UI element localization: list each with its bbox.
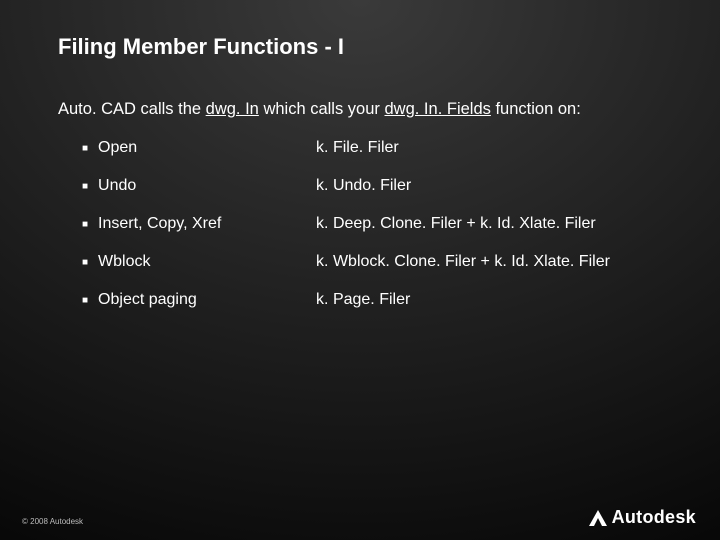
item-right: k. Wblock. Clone. Filer + k. Id. Xlate. … — [316, 252, 670, 273]
list-item: ■ Insert, Copy, Xref k. Deep. Clone. Fil… — [82, 214, 670, 236]
autodesk-logo-text: Autodesk — [612, 507, 696, 528]
list-item: ■ Object paging k. Page. Filer — [82, 290, 670, 312]
intro-mid: which calls your — [259, 100, 385, 118]
intro-text: Auto. CAD calls the dwg. In which calls … — [58, 98, 670, 120]
copyright-footer: © 2008 Autodesk — [22, 517, 83, 526]
intro-underline-1: dwg. In — [206, 100, 259, 118]
item-right: k. Deep. Clone. Filer + k. Id. Xlate. Fi… — [316, 214, 670, 235]
list-item: ■ Open k. File. Filer — [82, 138, 670, 160]
intro-post: function on: — [491, 100, 581, 118]
bullet-icon: ■ — [82, 252, 88, 274]
bullet-list: ■ Open k. File. Filer ■ Undo k. Undo. Fi… — [58, 138, 670, 312]
list-item: ■ Undo k. Undo. Filer — [82, 176, 670, 198]
intro-pre: Auto. CAD calls the — [58, 100, 206, 118]
list-item: ■ Wblock k. Wblock. Clone. Filer + k. Id… — [82, 252, 670, 274]
item-right: k. File. Filer — [316, 138, 670, 159]
slide-content: Filing Member Functions - I Auto. CAD ca… — [0, 0, 720, 312]
slide-title: Filing Member Functions - I — [58, 34, 670, 60]
item-left: Undo — [98, 176, 316, 197]
bullet-icon: ■ — [82, 214, 88, 236]
autodesk-logo-icon — [588, 509, 608, 527]
intro-underline-2: dwg. In. Fields — [385, 100, 491, 118]
item-left: Object paging — [98, 290, 316, 311]
autodesk-logo: Autodesk — [588, 507, 696, 528]
item-right: k. Page. Filer — [316, 290, 670, 311]
bullet-icon: ■ — [82, 138, 88, 160]
item-left: Wblock — [98, 252, 316, 273]
item-left: Open — [98, 138, 316, 159]
item-right: k. Undo. Filer — [316, 176, 670, 197]
bullet-icon: ■ — [82, 176, 88, 198]
item-left: Insert, Copy, Xref — [98, 214, 316, 235]
bullet-icon: ■ — [82, 290, 88, 312]
